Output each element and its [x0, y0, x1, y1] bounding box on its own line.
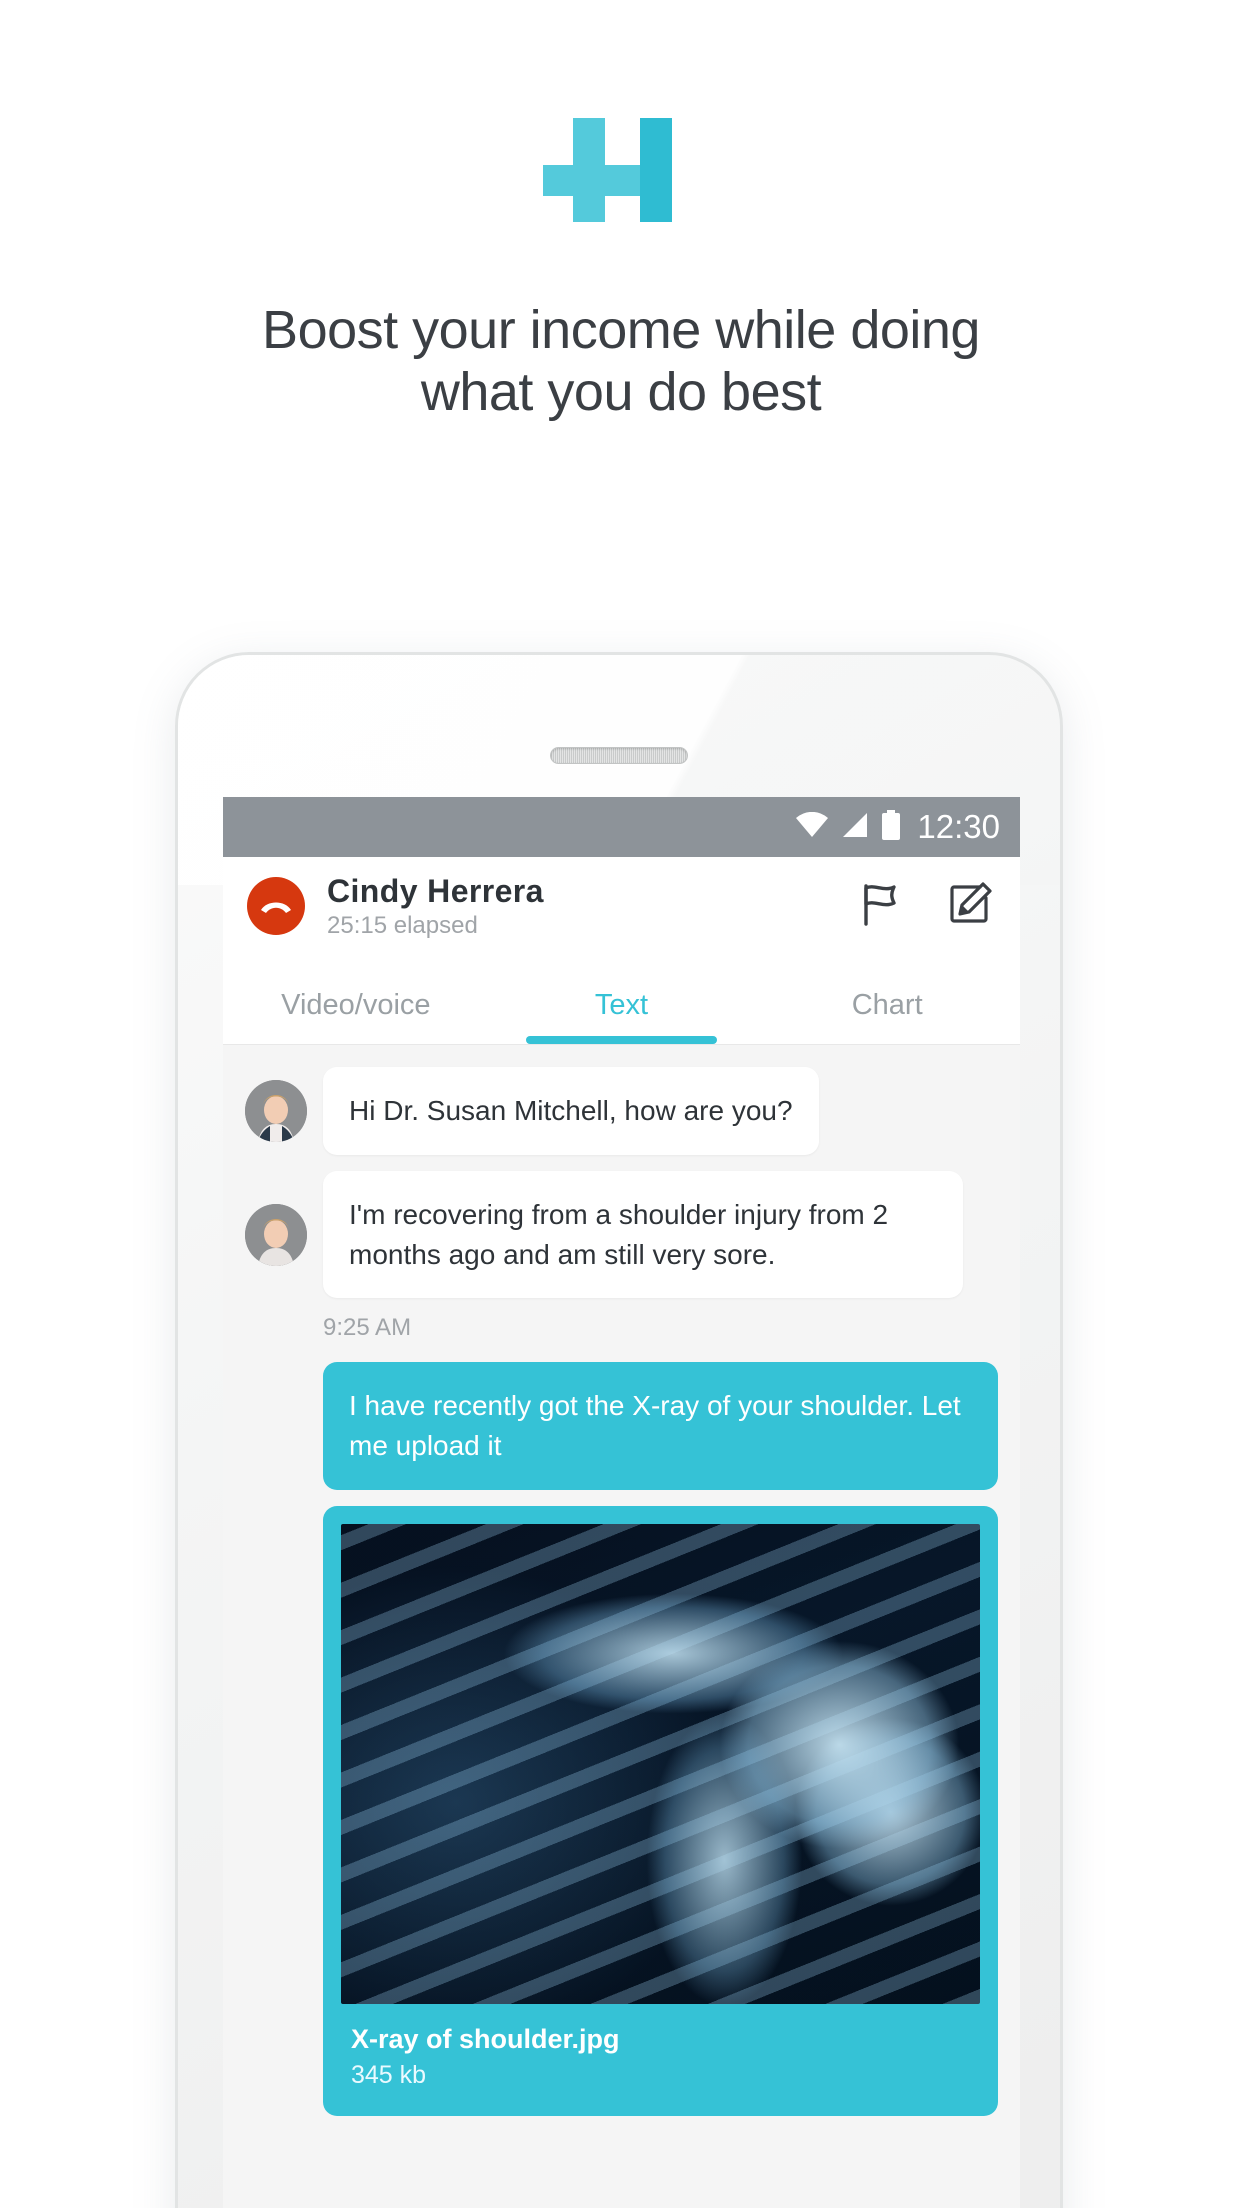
end-call-button[interactable]	[247, 877, 305, 935]
cellular-signal-icon	[841, 812, 869, 843]
battery-full-icon	[881, 809, 901, 845]
attachment-meta: X-ray of shoulder.jpg 345 kb	[341, 2004, 980, 2116]
wifi-icon	[795, 811, 829, 843]
chat-thread: Hi Dr. Susan Mitchell, how are you? I'm …	[223, 1045, 1020, 2208]
message-timestamp: 9:25 AM	[323, 1314, 412, 1342]
patient-avatar	[245, 1079, 307, 1142]
message-bubble-incoming: Hi Dr. Susan Mitchell, how are you?	[323, 1067, 819, 1155]
call-header: Cindy Herrera 25:15 elapsed	[223, 857, 1020, 955]
message-row-incoming-1: Hi Dr. Susan Mitchell, how are you?	[245, 1067, 998, 1155]
logo-container	[0, 118, 1242, 238]
attachment-card[interactable]: X-ray of shoulder.jpg 345 kb	[323, 1505, 998, 2116]
call-elapsed-time: 25:15 elapsed	[327, 911, 478, 939]
logo-bar-right	[640, 118, 672, 222]
xray-shoulder-image[interactable]	[341, 1523, 980, 2004]
status-bar-clock: 12:30	[917, 808, 1000, 845]
caller-info: Cindy Herrera 25:15 elapsed	[327, 873, 860, 940]
tab-chart[interactable]: Chart	[754, 989, 1020, 1044]
attachment-filename: X-ray of shoulder.jpg	[351, 2023, 620, 2054]
promo-headline-line-2: what you do best	[420, 361, 822, 422]
promo-headline-line-1: Boost your income while doing	[262, 300, 980, 360]
phone-speaker-grille	[550, 747, 688, 764]
flag-icon[interactable]	[860, 882, 902, 931]
phone-mockup: 12:30 Cindy Herrera 25:15 elapsed Video/…	[175, 652, 1063, 2208]
phone-screen: 12:30 Cindy Herrera 25:15 elapsed Video/…	[223, 797, 1020, 2208]
patient-avatar	[245, 1203, 307, 1266]
end-call-icon	[261, 902, 291, 913]
compose-edit-icon[interactable]	[948, 881, 992, 931]
promo-headline: Boost your income while doing what you d…	[0, 300, 1242, 423]
caller-name: Cindy Herrera	[327, 872, 544, 909]
android-status-bar: 12:30	[223, 797, 1020, 857]
message-row-incoming-2: I'm recovering from a shoulder injury fr…	[245, 1170, 998, 1299]
message-bubble-outgoing: I have recently got the X-ray of your sh…	[323, 1362, 998, 1490]
attachment-filesize: 345 kb	[351, 2060, 427, 2089]
conversation-tabs: Video/voice Text Chart	[223, 955, 1020, 1045]
h-logo-icon	[543, 118, 699, 222]
message-bubble-incoming: I'm recovering from a shoulder injury fr…	[323, 1170, 963, 1299]
tab-video-voice[interactable]: Video/voice	[223, 989, 489, 1044]
promo-section: Boost your income while doing what you d…	[0, 0, 1242, 423]
header-actions	[860, 881, 992, 931]
tab-text[interactable]: Text	[489, 989, 755, 1044]
